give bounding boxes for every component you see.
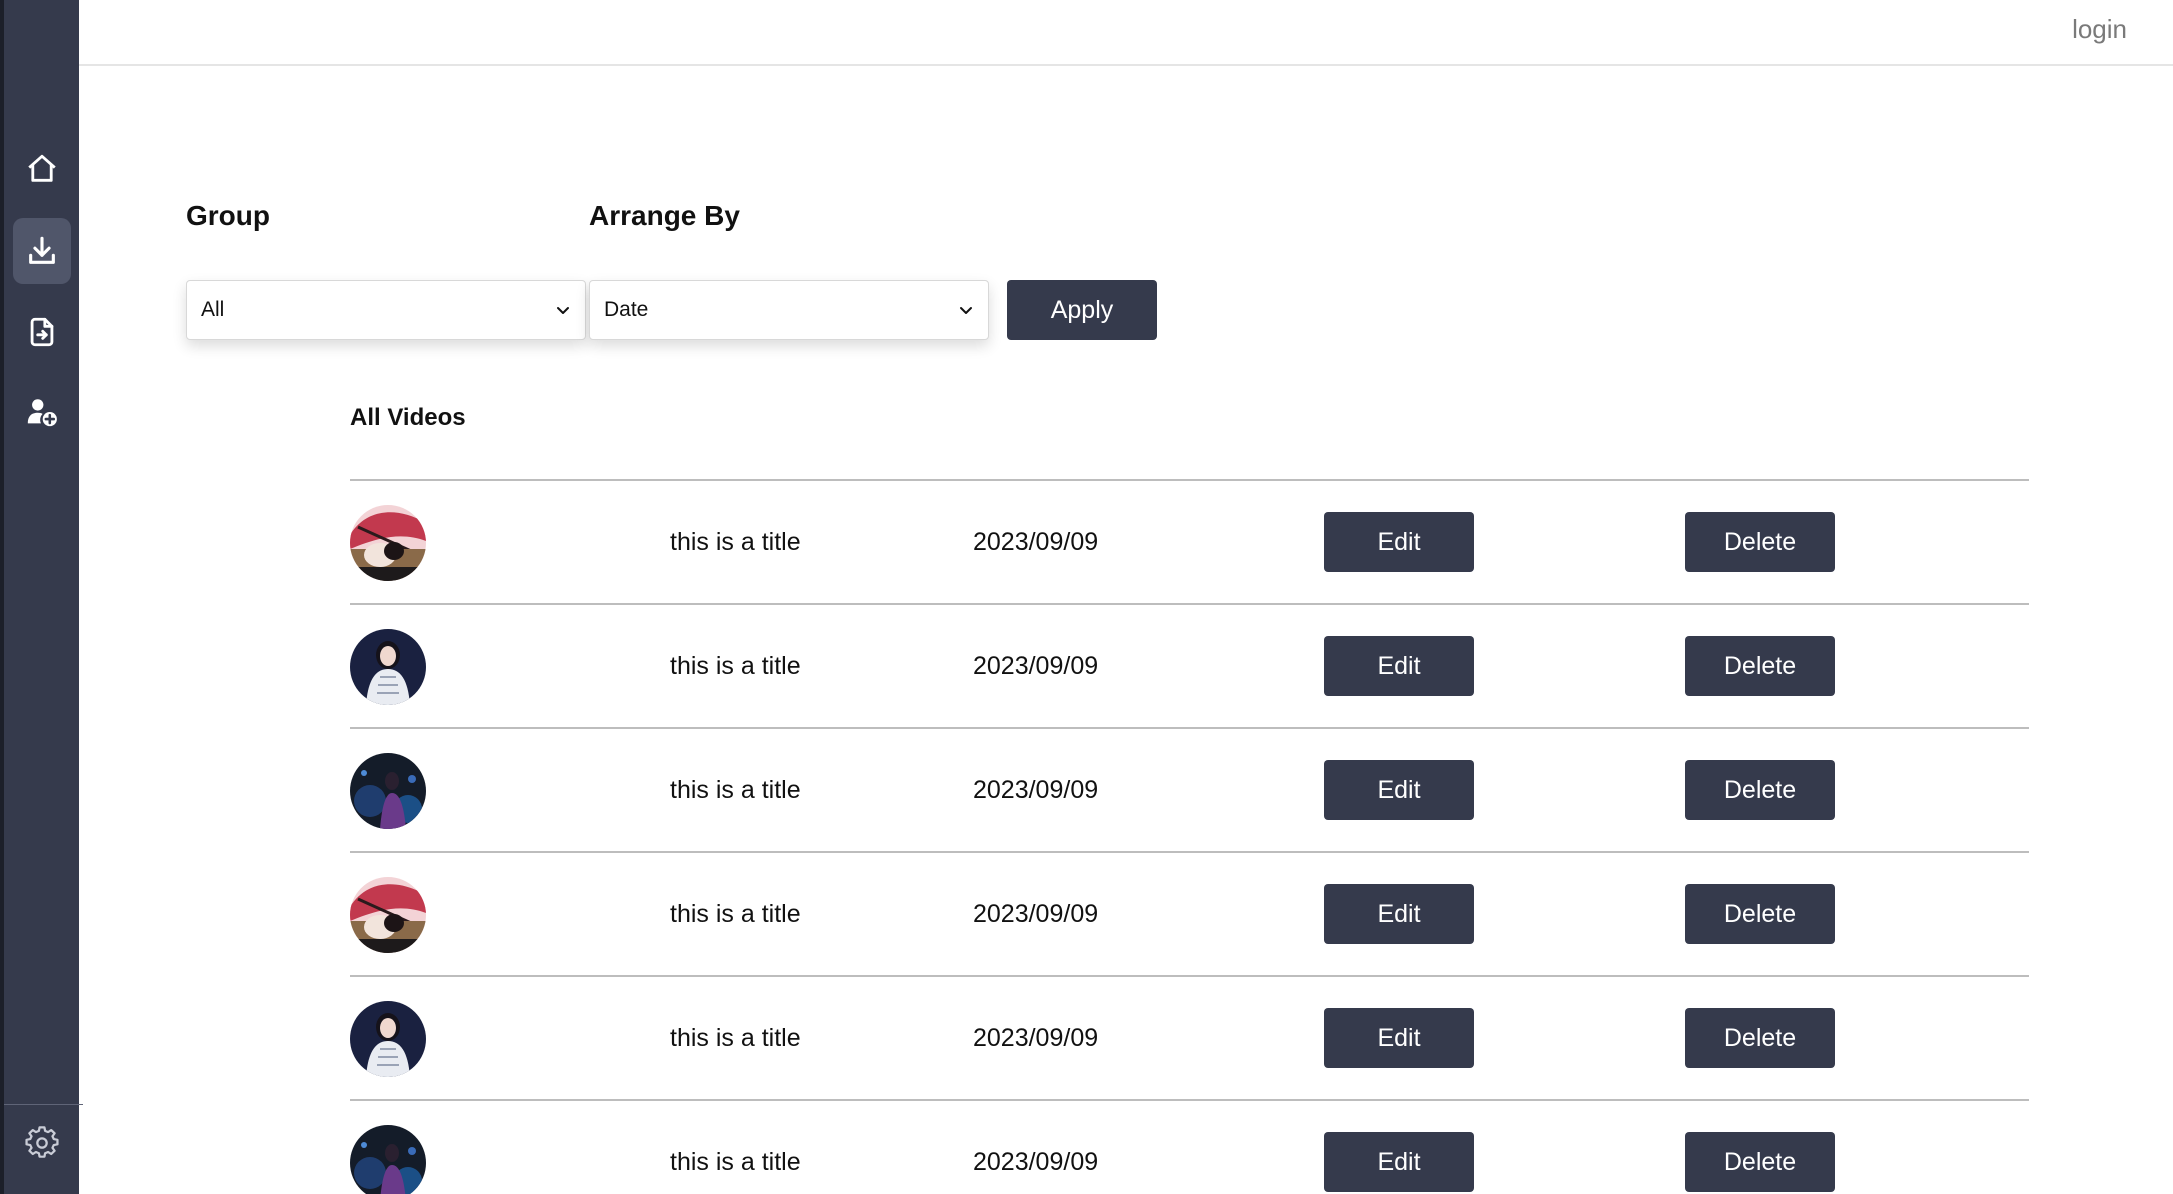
video-date: 2023/09/09 (973, 900, 1099, 928)
video-list: this is a title 2023/09/09 Edit Delete this … (350, 479, 2029, 1194)
video-date: 2023/09/09 (973, 1148, 1099, 1176)
arrange-by-select-value: Date (604, 298, 649, 321)
sidebar-item-settings[interactable] (13, 1110, 71, 1176)
chevron-down-icon (960, 307, 972, 314)
edit-button[interactable]: Edit (1324, 636, 1474, 696)
home-icon (28, 154, 56, 182)
video-thumbnail (350, 505, 426, 581)
video-date: 2023/09/09 (973, 1024, 1099, 1052)
delete-button[interactable]: Delete (1685, 636, 1835, 696)
delete-button[interactable]: Delete (1685, 884, 1835, 944)
video-row: this is a title 2023/09/09 Edit Delete (350, 727, 2029, 851)
login-link[interactable]: login (2072, 14, 2127, 45)
arrange-by-label: Arrange By (589, 200, 740, 231)
apply-button[interactable]: Apply (1007, 280, 1157, 340)
video-title: this is a title (670, 652, 801, 680)
edit-button[interactable]: Edit (1324, 1008, 1474, 1068)
sidebar-item-import[interactable] (13, 299, 71, 365)
video-row: this is a title 2023/09/09 Edit Delete (350, 1099, 2029, 1194)
video-row: this is a title 2023/09/09 Edit Delete (350, 603, 2029, 727)
video-title: this is a title (670, 776, 801, 804)
edit-button[interactable]: Edit (1324, 884, 1474, 944)
delete-button[interactable]: Delete (1685, 512, 1835, 572)
delete-button[interactable]: Delete (1685, 1008, 1835, 1068)
video-row: this is a title 2023/09/09 Edit Delete (350, 851, 2029, 975)
video-row: this is a title 2023/09/09 Edit Delete (350, 479, 2029, 603)
sidebar-item-home[interactable] (13, 136, 71, 202)
video-thumbnail (350, 877, 426, 953)
video-row: this is a title 2023/09/09 Edit Delete (350, 975, 2029, 1099)
delete-button[interactable]: Delete (1685, 1132, 1835, 1192)
sidebar (0, 0, 83, 1194)
delete-button[interactable]: Delete (1685, 760, 1835, 820)
sidebar-item-download[interactable] (13, 218, 71, 284)
sidebar-item-add-user[interactable] (13, 379, 71, 445)
add-user-icon (27, 399, 57, 427)
download-icon (29, 236, 55, 264)
group-label: Group (186, 200, 270, 231)
video-thumbnail (350, 1125, 426, 1194)
video-title: this is a title (670, 1024, 801, 1052)
edit-button[interactable]: Edit (1324, 1132, 1474, 1192)
app-window: login Group Arrange By All Date Apply Al… (0, 0, 2173, 1194)
gear-icon (25, 1126, 59, 1158)
video-date: 2023/09/09 (973, 652, 1099, 680)
arrange-by-select[interactable]: Date (589, 280, 989, 340)
section-title: All Videos (350, 404, 466, 431)
video-title: this is a title (670, 900, 801, 928)
chevron-down-icon (557, 307, 569, 314)
edit-button[interactable]: Edit (1324, 760, 1474, 820)
file-import-icon (30, 317, 54, 347)
group-select-value: All (201, 298, 225, 321)
video-title: this is a title (670, 1148, 801, 1176)
video-thumbnail (350, 629, 426, 705)
top-bar: login (79, 0, 2173, 66)
video-date: 2023/09/09 (973, 528, 1099, 556)
video-thumbnail (350, 753, 426, 829)
video-date: 2023/09/09 (973, 776, 1099, 804)
video-thumbnail (350, 1001, 426, 1077)
sidebar-divider (4, 1104, 83, 1105)
group-select[interactable]: All (186, 280, 586, 340)
edit-button[interactable]: Edit (1324, 512, 1474, 572)
video-title: this is a title (670, 528, 801, 556)
